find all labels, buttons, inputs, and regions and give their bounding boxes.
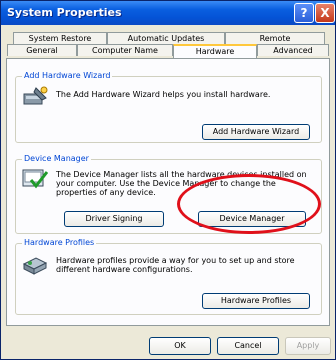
device-manager-group: Device Manager The Device Manager lists … [15,154,322,234]
tab-hardware[interactable]: Hardware [173,44,257,58]
tab-remote[interactable]: Remote [225,32,325,44]
hardware-profiles-button[interactable]: Hardware Profiles [202,293,310,309]
add-hardware-wizard-group-label: Add Hardware Wizard [22,71,113,80]
device-manager-description: The Device Manager lists all the hardwar… [56,170,307,197]
hardware-profiles-group: Hardware Profiles Hardware profiles prov… [15,238,322,315]
device-manager-group-label: Device Manager [22,154,91,163]
device-manager-button[interactable]: Device Manager [198,211,306,227]
add-hardware-wizard-description: The Add Hardware Wizard helps you instal… [56,90,271,99]
tab-system-restore[interactable]: System Restore [13,32,107,44]
device-manager-icon [22,169,48,189]
window-title: System Properties [7,6,122,19]
add-hardware-wizard-group: Add Hardware Wizard The Add Hardware Wiz… [15,71,322,143]
title-bar[interactable]: System Properties ? X [1,1,335,25]
tab-advanced[interactable]: Advanced [257,44,329,56]
hardware-profiles-group-label: Hardware Profiles [22,238,97,247]
ok-button[interactable]: OK [149,337,211,355]
help-button[interactable]: ? [294,3,314,23]
add-hardware-icon [23,86,48,105]
tab-computer-name[interactable]: Computer Name [77,44,173,56]
close-button[interactable]: X [315,3,335,23]
driver-signing-button[interactable]: Driver Signing [64,211,164,227]
cancel-button[interactable]: Cancel [217,337,279,355]
hardware-tab-panel: Add Hardware Wizard The Add Hardware Wiz… [6,58,330,326]
system-properties-window: System Properties ? X System Restore Aut… [0,0,336,360]
add-hardware-wizard-button[interactable]: Add Hardware Wizard [202,124,310,140]
tab-automatic-updates[interactable]: Automatic Updates [107,32,225,44]
hardware-profiles-icon [22,257,48,275]
apply-button[interactable]: Apply [285,337,331,355]
tab-general[interactable]: General [7,44,77,56]
hardware-profiles-description: Hardware profiles provide a way for you … [56,256,295,274]
